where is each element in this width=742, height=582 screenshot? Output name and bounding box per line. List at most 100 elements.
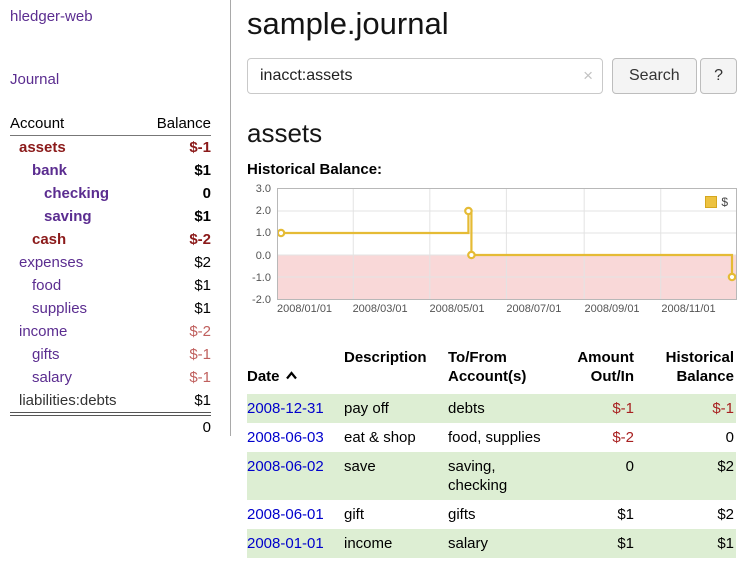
- register-header-amount: Amount Out/In: [556, 343, 636, 394]
- account-row: supplies $1: [10, 297, 211, 320]
- x-tick: 2008/01/01: [277, 303, 332, 315]
- search-bar: × Search ?: [247, 58, 737, 94]
- transaction-description: income: [344, 529, 448, 558]
- accounts-header-balance: Balance: [157, 112, 211, 135]
- chart-legend: $: [702, 194, 731, 210]
- account-row: salary $-1: [10, 366, 211, 389]
- account-link-bank[interactable]: bank: [10, 159, 67, 182]
- transaction-balance: 0: [636, 423, 736, 452]
- account-link-food[interactable]: food: [10, 274, 61, 297]
- page-title: sample.journal: [247, 6, 737, 42]
- accounts-total-row: 0: [10, 412, 211, 439]
- transaction-date-link[interactable]: 2008-12-31: [247, 400, 324, 417]
- account-balance: 0: [203, 182, 211, 205]
- account-row: checking 0: [10, 182, 211, 205]
- accounts-total-value: 0: [203, 416, 211, 439]
- account-link-salary[interactable]: salary: [10, 366, 72, 389]
- account-balance: $-1: [189, 136, 211, 159]
- account-row: food $1: [10, 274, 211, 297]
- account-link-checking[interactable]: checking: [10, 182, 109, 205]
- transaction-amount: $1: [556, 529, 636, 558]
- transaction-accounts: salary: [448, 529, 556, 558]
- clear-search-icon[interactable]: ×: [583, 67, 593, 84]
- account-row: assets $-1: [10, 136, 211, 159]
- help-button[interactable]: ?: [700, 58, 737, 94]
- register-header-description: Description: [344, 343, 448, 394]
- transaction-description: pay off: [344, 394, 448, 423]
- account-balance: $-2: [189, 228, 211, 251]
- transaction-date-link[interactable]: 2008-06-02: [247, 458, 324, 475]
- y-tick: 2.0: [256, 205, 271, 217]
- y-tick: -1.0: [252, 272, 271, 284]
- sidebar-item-journal[interactable]: Journal: [10, 71, 211, 88]
- transaction-date-link[interactable]: 2008-01-01: [247, 535, 324, 552]
- account-link-saving[interactable]: saving: [10, 205, 92, 228]
- register-header-balance: Historical Balance: [636, 343, 736, 394]
- app-title-link[interactable]: hledger-web: [10, 8, 211, 25]
- main-content: sample.journal × Search ? assets Histori…: [231, 0, 742, 558]
- account-row: cash $-2: [10, 228, 211, 251]
- y-tick: 0.0: [256, 250, 271, 262]
- account-balance: $-1: [189, 343, 211, 366]
- transaction-amount: $1: [556, 500, 636, 529]
- search-input[interactable]: [247, 58, 603, 94]
- y-tick: -2.0: [252, 294, 271, 306]
- transaction-description: gift: [344, 500, 448, 529]
- account-link-cash[interactable]: cash: [10, 228, 66, 251]
- transaction-amount: $-1: [556, 394, 636, 423]
- chart-title: Historical Balance:: [247, 161, 737, 178]
- accounts-header-account: Account: [10, 112, 64, 135]
- y-tick: 1.0: [256, 227, 271, 239]
- account-row: liabilities:debts $1: [10, 389, 211, 412]
- register-row: 2008-06-02 save saving, checking 0 $2: [247, 452, 736, 500]
- transaction-balance: $-1: [636, 394, 736, 423]
- account-link-gifts[interactable]: gifts: [10, 343, 60, 366]
- legend-label: $: [721, 195, 728, 209]
- transaction-balance: $2: [636, 500, 736, 529]
- transaction-description: save: [344, 452, 448, 500]
- account-link-liabilities-debts[interactable]: liabilities:debts: [10, 389, 117, 412]
- chart-plot-area: $: [277, 188, 737, 300]
- sort-ascending-icon: [285, 371, 298, 380]
- y-tick: 3.0: [256, 183, 271, 195]
- transaction-balance: $1: [636, 529, 736, 558]
- transaction-balance: $2: [636, 452, 736, 500]
- account-row: expenses $2: [10, 251, 211, 274]
- chart-y-axis: 3.0 2.0 1.0 0.0 -1.0 -2.0: [247, 188, 277, 300]
- account-heading: assets: [247, 118, 737, 149]
- transaction-amount: $-2: [556, 423, 636, 452]
- register-table: Date Description To/From Account(s) Amou…: [247, 343, 736, 558]
- x-tick: 2008/05/01: [429, 303, 484, 315]
- sidebar: hledger-web Journal Account Balance asse…: [0, 0, 231, 436]
- account-link-expenses[interactable]: expenses: [10, 251, 83, 274]
- account-row: income $-2: [10, 320, 211, 343]
- account-link-income[interactable]: income: [10, 320, 67, 343]
- transaction-date-link[interactable]: 2008-06-03: [247, 429, 324, 446]
- account-balance: $-1: [189, 366, 211, 389]
- account-balance: $2: [194, 251, 211, 274]
- search-button[interactable]: Search: [612, 58, 697, 94]
- transaction-date-link[interactable]: 2008-06-01: [247, 506, 324, 523]
- chart-canvas: [278, 189, 736, 299]
- historical-balance-chart: 3.0 2.0 1.0 0.0 -1.0 -2.0: [247, 188, 737, 300]
- date-header-label: Date: [247, 368, 280, 385]
- legend-swatch-icon: [705, 196, 717, 208]
- account-balance: $1: [194, 297, 211, 320]
- transaction-accounts: gifts: [448, 500, 556, 529]
- account-balance: $1: [194, 389, 211, 412]
- register-header-date[interactable]: Date: [247, 343, 344, 394]
- register-header-tofrom: To/From Account(s): [448, 343, 556, 394]
- accounts-header: Account Balance: [10, 112, 211, 136]
- x-tick: 2008/11/01: [661, 303, 715, 315]
- account-balance: $-2: [189, 320, 211, 343]
- register-row: 2008-12-31 pay off debts $-1 $-1: [247, 394, 736, 423]
- account-balance: $1: [194, 205, 211, 228]
- account-link-supplies[interactable]: supplies: [10, 297, 87, 320]
- account-balance: $1: [194, 274, 211, 297]
- account-link-assets[interactable]: assets: [10, 136, 66, 159]
- register-header-row: Date Description To/From Account(s) Amou…: [247, 343, 736, 394]
- transaction-accounts: food, supplies: [448, 423, 556, 452]
- chart-x-axis: 2008/01/01 2008/03/01 2008/05/01 2008/07…: [277, 300, 737, 317]
- page: hledger-web Journal Account Balance asse…: [0, 0, 742, 558]
- transaction-accounts: saving, checking: [448, 452, 556, 500]
